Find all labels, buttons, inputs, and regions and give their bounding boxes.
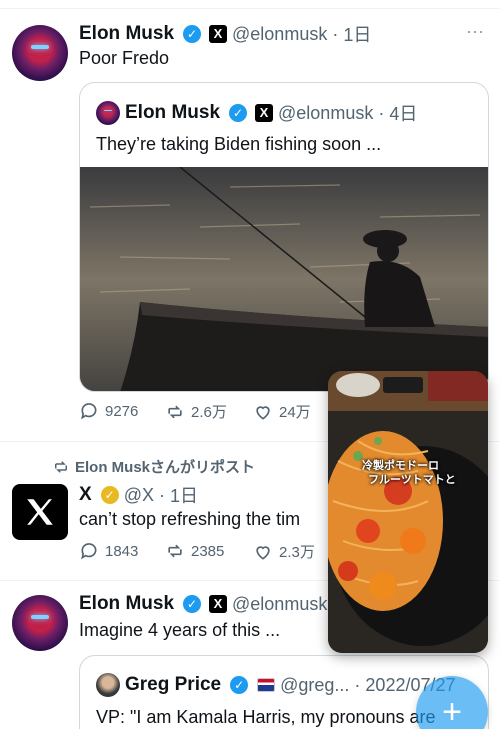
- repost-count: 2.6万: [191, 404, 227, 421]
- quoted-author-handle: @greg...: [280, 674, 350, 695]
- like-count: 24万: [279, 404, 311, 421]
- like-count: 2.3万: [279, 544, 315, 561]
- x-affiliate-badge-icon: X: [255, 104, 274, 122]
- quoted-post-time: 4日: [389, 104, 418, 124]
- author-name[interactable]: Elon Musk: [79, 23, 174, 45]
- separator-dot: ·: [354, 674, 361, 695]
- post-text: Imagine 4 years of this ...: [79, 620, 281, 640]
- verified-badge-icon: ✓: [183, 25, 202, 43]
- avatar[interactable]: [12, 25, 68, 81]
- verified-badge-icon: ✓: [183, 595, 202, 613]
- like-button[interactable]: 24万: [253, 401, 311, 422]
- separator-dot: ·: [332, 23, 339, 44]
- post-header: Elon Musk ✓ X @elonmusk: [79, 593, 327, 615]
- affiliate-badge-icon: [257, 678, 276, 692]
- x-affiliate-badge-icon: X: [209, 25, 228, 43]
- quoted-avatar: [96, 673, 120, 697]
- reply-count: 9276: [105, 402, 139, 420]
- quoted-author-name: Greg Price: [125, 674, 222, 695]
- reply-button[interactable]: 1843: [79, 541, 138, 561]
- pip-caption-line2: フルーツトマトと: [368, 474, 456, 486]
- x-logo-avatar[interactable]: [12, 484, 68, 540]
- picture-in-picture-video[interactable]: 冷製ポモドーロ フルーツトマトと: [328, 371, 488, 653]
- reply-icon: [81, 543, 97, 560]
- verified-badge-icon: ✓: [230, 676, 249, 694]
- post-header: Elon Musk ✓ X @elonmusk · 1日: [79, 21, 371, 47]
- fishing-boat-photo[interactable]: [80, 166, 488, 391]
- author-name[interactable]: Elon Musk: [79, 593, 174, 615]
- boat-silhouette-icon: [80, 166, 488, 391]
- gold-verified-badge-icon: ✓: [100, 486, 119, 504]
- repost-context-label[interactable]: Elon Muskさんがリポスト: [75, 456, 255, 477]
- x-logo-icon: [27, 499, 53, 525]
- quoted-post-header: Elon Musk ✓ X @elonmusk · 4日: [96, 100, 417, 126]
- heart-icon: [256, 405, 270, 420]
- quoted-post-text: They’re taking Biden fishing soon ...: [96, 134, 382, 154]
- post-header: X ✓ @X · 1日: [79, 482, 198, 508]
- post-text: can’t stop refreshing the tim: [79, 509, 301, 529]
- author-handle[interactable]: @elonmusk: [232, 594, 327, 615]
- repost-button[interactable]: 2385: [165, 541, 224, 561]
- avatar[interactable]: [12, 595, 68, 651]
- quoted-post-header: Greg Price ✓ @greg... · 2022/07/27: [96, 673, 456, 697]
- pasta-plate-image: [328, 371, 488, 653]
- separator-dot: ·: [378, 102, 385, 123]
- heart-icon: [256, 545, 270, 560]
- post-time[interactable]: 1日: [170, 482, 198, 508]
- quoted-post-text: VP: "I am Kamala Harris, my pronouns are: [96, 707, 436, 727]
- x-affiliate-badge-icon: X: [209, 595, 228, 613]
- quoted-avatar: [96, 101, 120, 125]
- author-handle[interactable]: @elonmusk: [232, 24, 327, 45]
- quoted-author-name: Elon Musk: [125, 102, 221, 123]
- quoted-author-handle: @elonmusk: [278, 102, 374, 123]
- author-name[interactable]: X: [79, 484, 92, 506]
- verified-badge-icon: ✓: [229, 104, 248, 122]
- repost-icon: [168, 544, 182, 558]
- reply-icon: [81, 403, 97, 420]
- repost-icon: [55, 460, 67, 473]
- more-options-icon[interactable]: ···: [466, 21, 484, 42]
- post-text: Poor Fredo: [79, 48, 170, 68]
- reply-button[interactable]: 9276: [79, 401, 138, 421]
- repost-context: Elon Muskさんがリポスト: [52, 456, 255, 477]
- pip-caption-line1: 冷製ポモドーロ: [362, 460, 439, 472]
- author-handle[interactable]: @X: [124, 485, 154, 506]
- like-button[interactable]: 2.3万: [253, 541, 315, 562]
- repost-icon: [168, 405, 182, 418]
- repost-count: 2385: [191, 542, 225, 560]
- reply-count: 1843: [105, 542, 139, 560]
- repost-button[interactable]: 2.6万: [165, 401, 227, 422]
- quoted-post[interactable]: Elon Musk ✓ X @elonmusk · 4日 They’re tak…: [79, 82, 489, 392]
- separator-dot: ·: [158, 484, 165, 505]
- post-time[interactable]: 1日: [343, 21, 371, 47]
